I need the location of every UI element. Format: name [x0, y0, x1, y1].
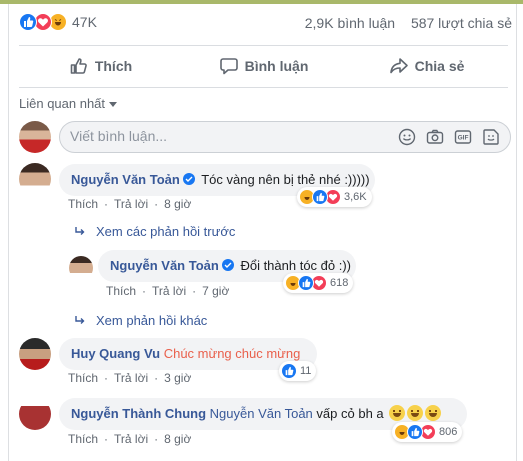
comment-reply-link[interactable]: Trả lời: [114, 197, 148, 211]
reaction-count[interactable]: 47K: [72, 14, 97, 30]
commenter-avatar[interactable]: [19, 398, 51, 430]
comment-time[interactable]: 8 giờ: [164, 197, 191, 211]
divider: [19, 45, 508, 46]
like-reaction-icon: [298, 275, 314, 291]
comment-like-link[interactable]: Thích: [68, 197, 98, 211]
svg-text:GIF: GIF: [458, 135, 469, 142]
sticker-icon[interactable]: [482, 128, 500, 146]
like-reaction-icon: [312, 189, 328, 205]
grinning-face-icon: [425, 405, 442, 421]
comment-text: Chúc mừng chúc mừng: [163, 346, 301, 361]
verified-badge-icon: [182, 173, 195, 185]
emoji-icon[interactable]: [398, 128, 416, 146]
comment-time[interactable]: 8 giờ: [164, 432, 191, 446]
comment-like-link[interactable]: Thích: [68, 432, 98, 446]
like-reaction-icon: [281, 363, 297, 379]
thumbs-up-icon: [70, 58, 87, 74]
comment-count[interactable]: 2,9K bình luận: [305, 15, 395, 31]
comment-composer[interactable]: GIF: [59, 121, 511, 153]
commenter-avatar[interactable]: [19, 338, 51, 370]
reaction-count: 806: [439, 426, 458, 438]
view-previous-replies[interactable]: Xem các phản hồi trước: [74, 224, 235, 239]
share-label: Chia sẻ: [414, 58, 465, 74]
comment-reply-link[interactable]: Trả lời: [114, 432, 148, 446]
comment-input[interactable]: [70, 128, 370, 144]
like-reaction-icon: [407, 424, 423, 440]
reaction-count: 11: [300, 365, 312, 377]
comment-text: vấp cỏ bh a: [316, 406, 384, 421]
post-stats: 47K 2,9K bình luận 587 lượt chia sẻ: [19, 13, 512, 35]
comment-sort-dropdown[interactable]: Liên quan nhất: [19, 96, 118, 111]
comment-time[interactable]: 3 giờ: [164, 371, 191, 385]
share-button[interactable]: Chia sẻ: [345, 47, 508, 85]
commenter-avatar[interactable]: [19, 163, 51, 195]
grinning-face-icon: [407, 405, 424, 421]
grinning-face-icon: [389, 405, 406, 421]
caret-down-icon: [109, 102, 118, 108]
reaction-count: 3,6K: [344, 191, 367, 203]
reply-text: Đổi thành tóc đỏ :)): [240, 258, 352, 273]
current-user-avatar[interactable]: [19, 121, 51, 153]
share-count[interactable]: 587 lượt chia sẻ: [411, 15, 512, 31]
comment-author[interactable]: Huy Quang Vu: [71, 346, 160, 361]
reply-arrow-icon: [75, 227, 85, 235]
comment-icon: [219, 58, 238, 75]
comment-meta: Thích · Trả lời · 8 giờ: [68, 197, 192, 211]
comment-button[interactable]: Bình luận: [182, 47, 345, 85]
gif-icon[interactable]: GIF: [454, 128, 472, 146]
comment-author[interactable]: Nguyễn Văn Toản: [71, 172, 180, 187]
post-actions: Thích Bình luận Chia sẻ: [19, 47, 508, 85]
comment-author[interactable]: Nguyễn Thành Chung: [71, 406, 206, 421]
reply-reply-link[interactable]: Trả lời: [152, 284, 186, 298]
comment-text: Tóc vàng nên bị thẻ nhé :))))): [201, 172, 370, 187]
comment-meta: Thích · Trả lời · 8 giờ: [68, 432, 192, 446]
comment-reactions[interactable]: 3,6K: [297, 187, 372, 207]
comment-meta: Thích · Trả lời · 3 giờ: [68, 371, 192, 385]
comment-like-link[interactable]: Thích: [68, 371, 98, 385]
comment-mention[interactable]: Nguyễn Văn Toản: [210, 406, 313, 421]
comment-reply-link[interactable]: Trả lời: [114, 371, 148, 385]
reaction-summary[interactable]: 47K: [19, 13, 97, 31]
like-label: Thích: [94, 58, 133, 74]
reply-arrow-icon: [75, 316, 85, 324]
share-icon: [389, 58, 408, 74]
comment-label: Bình luận: [244, 58, 309, 74]
reply-meta: Thích · Trả lời · 7 giờ: [106, 284, 230, 298]
verified-badge-icon: [221, 259, 234, 271]
camera-icon[interactable]: [426, 128, 444, 146]
sort-label: Liên quan nhất: [19, 96, 106, 111]
reply-time[interactable]: 7 giờ: [202, 284, 229, 298]
reaction-count: 618: [330, 277, 349, 289]
reply-author-avatar[interactable]: [69, 256, 93, 280]
comment-reactions[interactable]: 806: [392, 422, 463, 442]
reply-reactions[interactable]: 618: [283, 273, 354, 293]
reply-author[interactable]: Nguyễn Văn Toản: [110, 258, 219, 273]
reply-like-link[interactable]: Thích: [106, 284, 136, 298]
comment-bubble: Huy Quang Vu Chúc mừng chúc mừng: [59, 338, 317, 370]
view-more-replies[interactable]: Xem phản hồi khác: [74, 313, 207, 328]
comment-reactions[interactable]: 11: [279, 361, 317, 381]
divider: [19, 87, 508, 88]
like-button[interactable]: Thích: [19, 47, 182, 85]
like-reaction-icon: [19, 13, 37, 31]
